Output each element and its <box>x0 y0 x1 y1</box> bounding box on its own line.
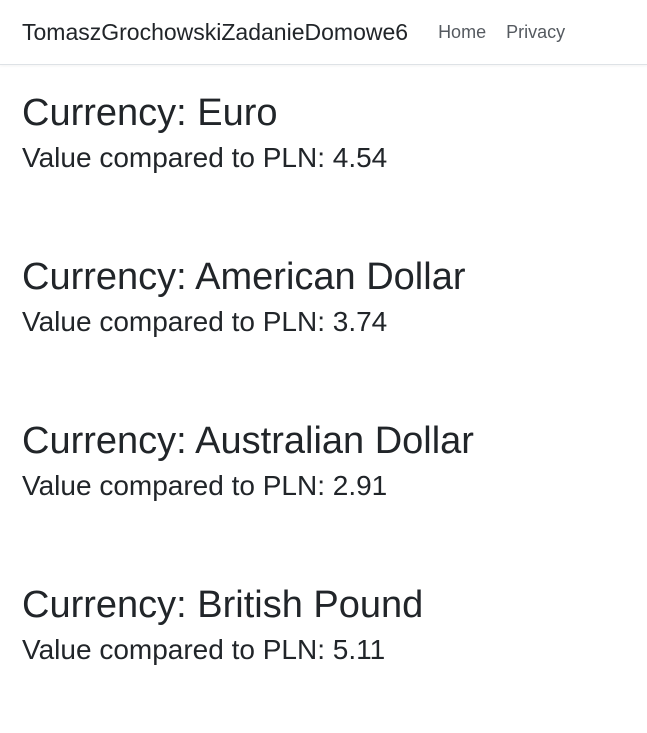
currency-title: Currency: Australian Dollar <box>22 420 474 462</box>
currency-item-australian-dollar: Currency: Australian Dollar Value compar… <box>22 393 647 557</box>
currency-value: Value compared to PLN: 5.11 <box>22 634 386 665</box>
currency-item-euro: Currency: Euro Value compared to PLN: 4.… <box>22 65 647 229</box>
currency-list: Currency: Euro Value compared to PLN: 4.… <box>0 65 647 721</box>
currency-title: Currency: Euro <box>22 92 278 134</box>
currency-title: Currency: British Pound <box>22 584 424 626</box>
navbar: TomaszGrochowskiZadanieDomowe6 Home Priv… <box>0 0 647 65</box>
brand-link[interactable]: TomaszGrochowskiZadanieDomowe6 <box>22 19 408 46</box>
currency-value: Value compared to PLN: 3.74 <box>22 306 388 337</box>
nav-link-home[interactable]: Home <box>438 22 486 43</box>
nav-links: Home Privacy <box>438 22 565 43</box>
currency-item-american-dollar: Currency: American Dollar Value compared… <box>22 229 647 393</box>
currency-value: Value compared to PLN: 2.91 <box>22 470 388 501</box>
currency-item-british-pound: Currency: British Pound Value compared t… <box>22 557 647 721</box>
nav-link-privacy[interactable]: Privacy <box>506 22 565 43</box>
currency-value: Value compared to PLN: 4.54 <box>22 142 388 173</box>
currency-title: Currency: American Dollar <box>22 256 466 298</box>
